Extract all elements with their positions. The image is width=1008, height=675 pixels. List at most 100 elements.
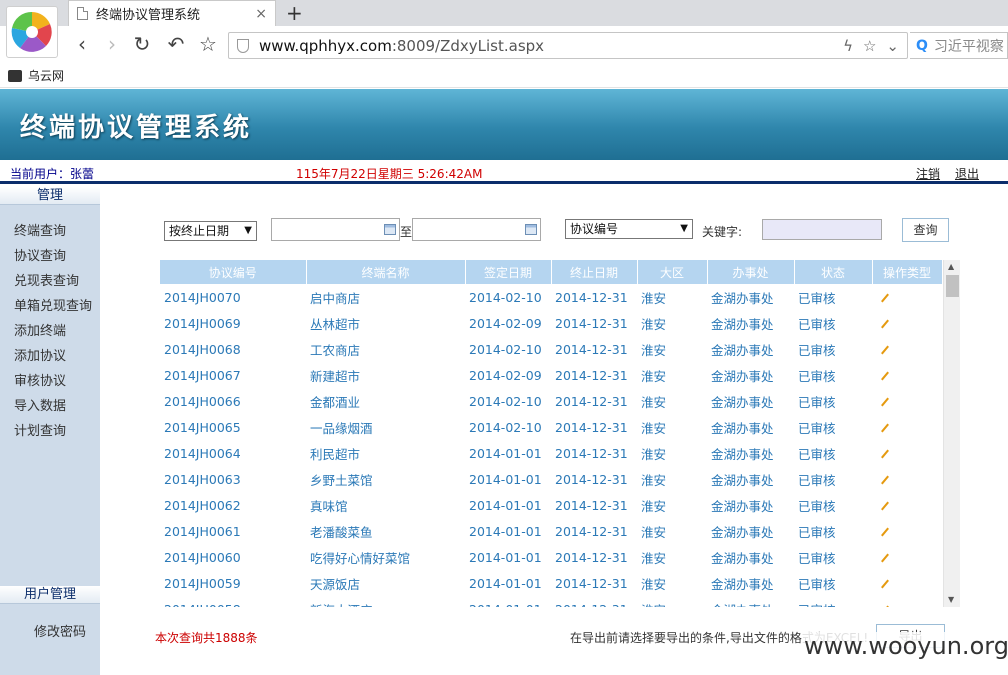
table-cell[interactable]: 天源饭店 — [306, 570, 465, 596]
sidebar-item[interactable]: 导入数据 — [0, 394, 100, 419]
back-icon[interactable]: ‹ — [70, 32, 94, 56]
sidebar-item[interactable]: 计划查询 — [0, 419, 100, 444]
table-cell[interactable]: 丛林超市 — [306, 310, 465, 336]
edit-pencil-icon[interactable] — [881, 605, 889, 607]
scroll-thumb[interactable] — [946, 275, 959, 297]
table-cell[interactable]: 2014JH0058 — [160, 596, 306, 608]
bookmarks-bar: 乌云网 — [0, 64, 1008, 88]
table-cell[interactable]: 2014JH0065 — [160, 414, 306, 440]
search-icon: Q — [916, 37, 928, 54]
edit-pencil-icon[interactable] — [881, 579, 889, 588]
scroll-down-icon[interactable]: ▼ — [948, 595, 954, 604]
table-cell[interactable]: 吃得好心情好菜馆 — [306, 544, 465, 570]
table-cell: 2014-01-01 — [469, 497, 542, 513]
table-cell: 2014-02-10 — [469, 289, 542, 305]
sidebar-item[interactable]: 单箱兑现查询 — [0, 294, 100, 319]
table-cell: 2014-12-31 — [555, 393, 628, 409]
edit-pencil-icon[interactable] — [881, 553, 889, 562]
sidebar-item[interactable]: 添加终端 — [0, 319, 100, 344]
table-cell[interactable]: 新建超市 — [306, 362, 465, 388]
table-cell[interactable]: 新海大酒店 — [306, 596, 465, 608]
date-type-select[interactable]: 按终止日期 ▼ — [164, 221, 257, 241]
calendar-icon[interactable] — [384, 224, 396, 235]
table-cell[interactable]: 2014JH0064 — [160, 440, 306, 466]
table-cell[interactable]: 2014JH0061 — [160, 518, 306, 544]
table-cell: 2014-02-10 — [469, 393, 542, 409]
table-cell: 淮安 — [637, 596, 707, 608]
table-cell[interactable]: 2014JH0066 — [160, 388, 306, 414]
edit-pencil-icon[interactable] — [881, 449, 889, 458]
browser-tab[interactable]: 终端协议管理系统 × — [68, 0, 276, 26]
forward-icon[interactable]: › — [100, 32, 124, 56]
table-cell[interactable]: 工农商店 — [306, 336, 465, 362]
table-cell[interactable]: 2014JH0062 — [160, 492, 306, 518]
table-cell[interactable]: 2014JH0067 — [160, 362, 306, 388]
table-cell[interactable]: 2014JH0063 — [160, 466, 306, 492]
scroll-up-icon[interactable]: ▲ — [948, 262, 954, 271]
search-box[interactable]: Q 习近平视察 — [910, 32, 1008, 59]
field-select[interactable]: 协议编号 ▼ — [565, 219, 693, 239]
table-cell[interactable]: 乡野土菜馆 — [306, 466, 465, 492]
edit-pencil-icon[interactable] — [881, 345, 889, 354]
table-cell[interactable]: 2014JH0060 — [160, 544, 306, 570]
table-cell: 已审核 — [794, 596, 872, 608]
table-cell: 已审核 — [798, 342, 836, 358]
table-cell[interactable]: 真味馆 — [306, 492, 465, 518]
start-date-input[interactable] — [271, 218, 400, 241]
table-scrollbar[interactable]: ▲ ▼ — [943, 260, 960, 607]
table-cell[interactable]: 利民超市 — [306, 440, 465, 466]
sidebar-item[interactable]: 协议查询 — [0, 244, 100, 269]
exit-link[interactable]: 退出 — [955, 165, 979, 182]
edit-pencil-icon[interactable] — [881, 527, 889, 536]
sidebar-item-change-password[interactable]: 修改密码 — [34, 621, 86, 640]
table-cell[interactable]: 一品缘烟酒 — [306, 414, 465, 440]
search-text: 习近平视察 — [933, 38, 1004, 55]
table-cell: 2014-01-01 — [469, 445, 542, 461]
dropdown-chevron-icon[interactable]: ⌄ — [886, 37, 899, 55]
table-cell[interactable]: 2014JH0059 — [160, 570, 306, 596]
table-cell[interactable]: 金都酒业 — [306, 388, 465, 414]
edit-pencil-icon[interactable] — [881, 423, 889, 432]
sidebar-item[interactable]: 审核协议 — [0, 369, 100, 394]
browser-logo-icon[interactable] — [6, 6, 58, 58]
bookmark-link[interactable]: 乌云网 — [28, 67, 64, 84]
tab-close-icon[interactable]: × — [255, 6, 267, 22]
keyword-input[interactable] — [762, 219, 882, 240]
end-date-input[interactable] — [412, 218, 541, 241]
sidebar-item[interactable]: 终端查询 — [0, 219, 100, 244]
edit-pencil-icon[interactable] — [881, 501, 889, 510]
logout-link[interactable]: 注销 — [916, 165, 940, 182]
new-tab-button[interactable]: + — [286, 1, 303, 25]
table-cell[interactable]: 启中商店 — [306, 284, 465, 310]
edit-pencil-icon[interactable] — [881, 319, 889, 328]
table-cell: 淮安 — [641, 446, 667, 462]
sidebar-section-manage[interactable]: 管理 — [0, 187, 100, 205]
table-cell[interactable]: 2014JH0068 — [160, 336, 306, 362]
query-button[interactable]: 查询 — [902, 218, 949, 242]
lightning-icon[interactable]: ϟ — [843, 37, 853, 55]
table-cell: 淮安 — [641, 368, 667, 384]
table-cell: 2014-01-01 — [469, 471, 542, 487]
edit-pencil-icon[interactable] — [881, 397, 889, 406]
edit-pencil-icon[interactable] — [881, 475, 889, 484]
reload-icon[interactable]: ↻ — [130, 32, 154, 56]
edit-pencil-icon[interactable] — [881, 371, 889, 380]
sidebar-item[interactable]: 添加协议 — [0, 344, 100, 369]
table-cell[interactable]: 2014JH0070 — [160, 284, 306, 310]
table-cell: 2014-12-31 — [555, 445, 628, 461]
sidebar-section-user[interactable]: 用户管理 — [0, 586, 100, 604]
bookmark-star-icon[interactable]: ☆ — [863, 37, 876, 55]
undo-icon[interactable]: ↶ — [164, 32, 188, 56]
sidebar-item[interactable]: 兑现表查询 — [0, 269, 100, 294]
edit-pencil-icon[interactable] — [881, 293, 889, 302]
table-cell[interactable]: 老潘酸菜鱼 — [306, 518, 465, 544]
table-row: 2014JH0059 天源饭店 2014-01-01 2014-12-31 淮安 金湖办事… — [160, 570, 942, 596]
url-text[interactable]: www.qphhyx.com:8009/ZdxyList.aspx — [259, 37, 843, 55]
address-bar[interactable]: www.qphhyx.com:8009/ZdxyList.aspx ϟ ☆ ⌄ — [228, 32, 908, 59]
star-icon[interactable]: ☆ — [196, 32, 220, 56]
table-row: 2014JH0065 一品缘烟酒 2014-02-10 2014-12-31 淮安 金湖办… — [160, 414, 942, 440]
table-cell: 淮安 — [641, 394, 667, 410]
calendar-icon[interactable] — [525, 224, 537, 235]
table-cell: 金湖办事处 — [711, 342, 774, 358]
table-cell[interactable]: 2014JH0069 — [160, 310, 306, 336]
